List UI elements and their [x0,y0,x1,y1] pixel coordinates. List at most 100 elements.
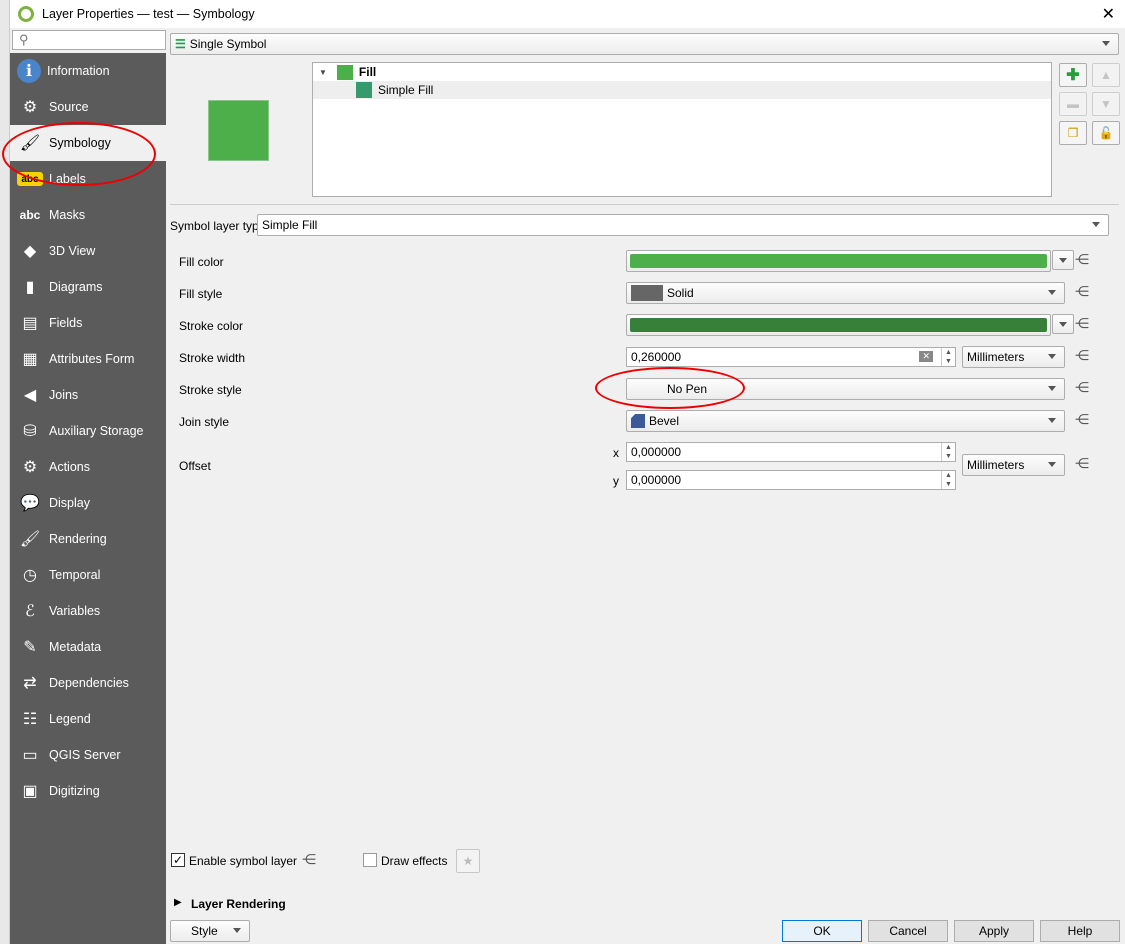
fill-style-select[interactable]: Solid [626,282,1065,304]
spin-buttons[interactable]: ▲ ▼ [941,348,955,366]
symbol-preview [208,100,269,161]
renderer-select[interactable]: ☰ Single Symbol [170,33,1119,55]
stroke-color-button[interactable] [626,314,1051,336]
style-button-label: Style [191,924,218,938]
spin-buttons[interactable]: ▲ ▼ [941,443,955,461]
enable-symbol-layer-checkbox[interactable]: ✓ [171,853,185,867]
sidebar-item-display[interactable]: 💬 Display [10,485,166,521]
sidebar-item-metadata[interactable]: ✎ Metadata [10,629,166,665]
sidebar-item-label: Rendering [49,532,107,546]
data-defined-override-icon[interactable]: ⋲ [1075,251,1089,268]
collapse-arrow-icon[interactable]: ▼ [319,68,327,77]
sidebar-item-label: Attributes Form [49,352,135,366]
sidebar-item-label: Masks [49,208,86,222]
move-down-button[interactable]: ▼ [1092,92,1120,116]
fields-icon: ▤ [22,315,38,332]
draw-effects-checkbox[interactable] [363,853,377,867]
sidebar-item-3d-view[interactable]: ◆ 3D View [10,233,166,269]
sidebar-item-information[interactable]: ℹ Information [10,53,166,89]
dependencies-icon: ⇄ [23,675,37,692]
data-defined-override-icon[interactable]: ⋲ [1075,379,1089,396]
sidebar-item-rendering[interactable]: 🖌 Rendering [10,521,166,557]
temporal-icon: ◷ [23,567,37,584]
add-layer-button[interactable]: ✚ [1059,63,1087,87]
move-up-button[interactable]: ▲ [1092,63,1120,87]
3d-view-icon: ◆ [23,243,37,260]
sidebar-item-source[interactable]: ⚙ Source [10,89,166,125]
sidebar-item-masks[interactable]: abc Masks [10,197,166,233]
tree-item-fill[interactable]: ▼ Fill [313,63,1051,81]
sidebar-item-label: Metadata [49,640,102,654]
renderer-value: Single Symbol [189,37,267,51]
sidebar-item-joins[interactable]: ◀ Joins [10,377,166,413]
variables-icon: ℰ [25,603,35,620]
offset-y-value: 0,000000 [631,473,682,487]
sidebar-item-label: Fields [49,316,83,330]
close-icon[interactable]: ✕ [1102,4,1115,24]
style-button[interactable]: Style [170,920,250,942]
qgis-server-icon: ▭ [22,747,38,764]
remove-layer-button[interactable]: ▬ [1059,92,1087,116]
search-input[interactable]: ⚲ [12,30,166,50]
actions-icon: ⚙ [22,459,38,476]
sidebar-item-digitizing[interactable]: ▣ Digitizing [10,773,166,809]
layer-rendering-header[interactable]: Layer Rendering [191,897,286,911]
sidebar-item-fields[interactable]: ▤ Fields [10,305,166,341]
draw-effects-label: Draw effects [381,854,448,868]
sidebar-item-actions[interactable]: ⚙ Actions [10,449,166,485]
ok-button[interactable]: OK [782,920,862,942]
data-defined-override-icon[interactable]: ⋲ [1075,455,1089,472]
data-defined-override-icon[interactable]: ⋲ [1075,347,1089,364]
data-defined-override-icon[interactable]: ⋲ [1075,411,1089,428]
symbol-layer-type-value: Simple Fill [262,218,318,232]
sidebar-item-label: Temporal [49,568,101,582]
attributes-form-icon: ▦ [22,351,38,368]
sidebar-item-qgis-server[interactable]: ▭ QGIS Server [10,737,166,773]
sidebar-item-dependencies[interactable]: ⇄ Dependencies [10,665,166,701]
sidebar-item-label: Information [47,64,110,78]
stroke-color-dropdown[interactable] [1052,314,1074,334]
offset-x-input[interactable]: 0,000000 ▲ ▼ [626,442,956,462]
data-defined-override-icon[interactable]: ⋲ [1075,315,1089,332]
sidebar-item-label: Joins [49,388,79,402]
sidebar-item-label: Source [49,100,89,114]
lock-button[interactable]: 🔓 [1092,121,1120,145]
sidebar-item-variables[interactable]: ℰ Variables [10,593,166,629]
sidebar-item-legend[interactable]: ☷ Legend [10,701,166,737]
join-style-select[interactable]: Bevel [626,410,1065,432]
tree-item-simple-fill[interactable]: Simple Fill [313,81,1051,99]
data-defined-override-icon[interactable]: ⋲ [1075,283,1089,300]
apply-button[interactable]: Apply [954,920,1034,942]
window-title: Layer Properties — test — Symbology [42,7,255,21]
sidebar-item-label: Digitizing [49,784,100,798]
star-icon: ★ [462,854,474,868]
offset-y-input[interactable]: 0,000000 ▲ ▼ [626,470,956,490]
symbol-layer-type-select[interactable]: Simple Fill [257,214,1109,236]
stroke-width-unit-select[interactable]: Millimeters [962,346,1065,368]
cancel-button[interactable]: Cancel [868,920,948,942]
offset-unit-select[interactable]: Millimeters [962,454,1065,476]
effects-button[interactable]: ★ [456,849,480,873]
sidebar-item-label: Display [49,496,90,510]
symbol-layer-type-label: Symbol layer type [170,219,266,233]
fill-color-button[interactable] [626,250,1051,272]
clear-icon[interactable]: ✕ [919,351,933,362]
expand-arrow-icon[interactable]: ▶ [174,897,182,908]
offset-label: Offset [179,459,211,473]
sidebar-item-diagrams[interactable]: ▮ Diagrams [10,269,166,305]
data-defined-override-icon[interactable]: ⋲ [302,851,316,868]
sidebar-item-auxiliary-storage[interactable]: ⛁ Auxiliary Storage [10,413,166,449]
sidebar-item-attributes-form[interactable]: ▦ Attributes Form [10,341,166,377]
stroke-width-input[interactable]: 0,260000 ✕ ▲ ▼ [626,347,956,367]
spin-buttons[interactable]: ▲ ▼ [941,471,955,489]
help-button[interactable]: Help [1040,920,1120,942]
minus-icon: ▬ [1067,97,1079,111]
enable-symbol-layer-label: Enable symbol layer [189,854,298,868]
title-bar: Layer Properties — test — Symbology ✕ [10,0,1125,28]
lock-icon: 🔓 [1098,126,1114,140]
annotation-circle-stroke-style [595,367,745,409]
search-icon: ⚲ [19,32,29,47]
fill-color-dropdown[interactable] [1052,250,1074,270]
sidebar-item-temporal[interactable]: ◷ Temporal [10,557,166,593]
duplicate-layer-button[interactable]: ❐ [1059,121,1087,145]
